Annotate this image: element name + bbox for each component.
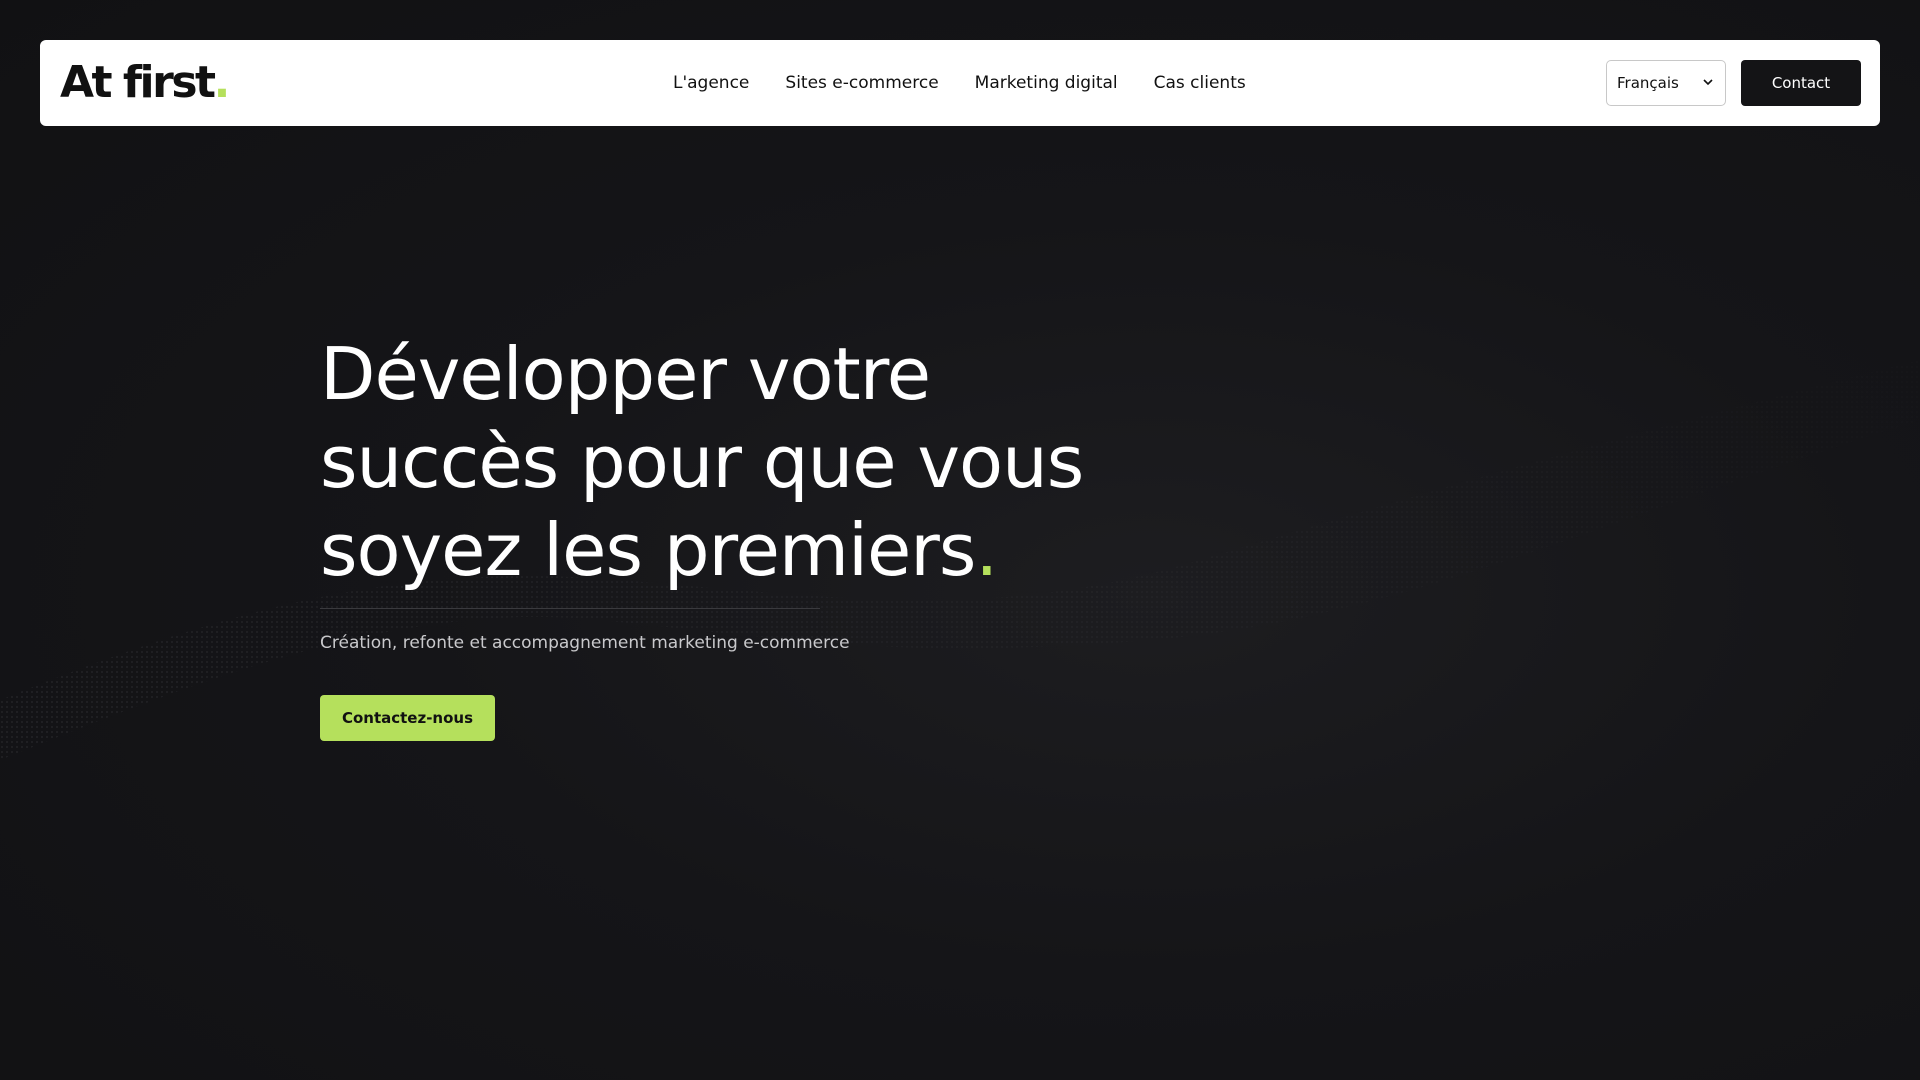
hero-subtitle: Création, refonte et accompagnement mark… xyxy=(320,633,850,653)
hero-title-line-2: succès pour que vous xyxy=(320,420,1084,504)
logo-text: At first xyxy=(60,57,216,108)
hero-section: Développer votre succès pour que vous so… xyxy=(320,330,1120,741)
brand-logo[interactable]: At first. xyxy=(60,57,231,108)
language-selected-value: Français xyxy=(1617,74,1679,92)
top-navbar: At first. L'agence Sites e-commerce Mark… xyxy=(40,40,1880,126)
hero-title-line-3: soyez les premiers xyxy=(320,508,976,592)
main-navigation: L'agence Sites e-commerce Marketing digi… xyxy=(673,40,1282,126)
nav-link-agence[interactable]: L'agence xyxy=(673,73,749,93)
contact-button[interactable]: Contact xyxy=(1741,60,1861,106)
logo-dot: . xyxy=(213,57,231,108)
nav-link-marketing-digital[interactable]: Marketing digital xyxy=(975,73,1118,93)
language-select[interactable]: Français xyxy=(1606,60,1726,106)
contact-us-button[interactable]: Contactez-nous xyxy=(320,695,495,741)
hero-title-line-1: Développer votre xyxy=(320,332,931,416)
page: At first. L'agence Sites e-commerce Mark… xyxy=(0,0,1920,1080)
chevron-down-icon xyxy=(1703,79,1713,86)
hero-divider xyxy=(320,608,820,609)
nav-link-sites-ecommerce[interactable]: Sites e-commerce xyxy=(785,73,938,93)
hero-title-accent-dot: . xyxy=(975,508,998,592)
hero-title: Développer votre succès pour que vous so… xyxy=(320,330,1120,594)
nav-link-cas-clients[interactable]: Cas clients xyxy=(1154,73,1246,93)
